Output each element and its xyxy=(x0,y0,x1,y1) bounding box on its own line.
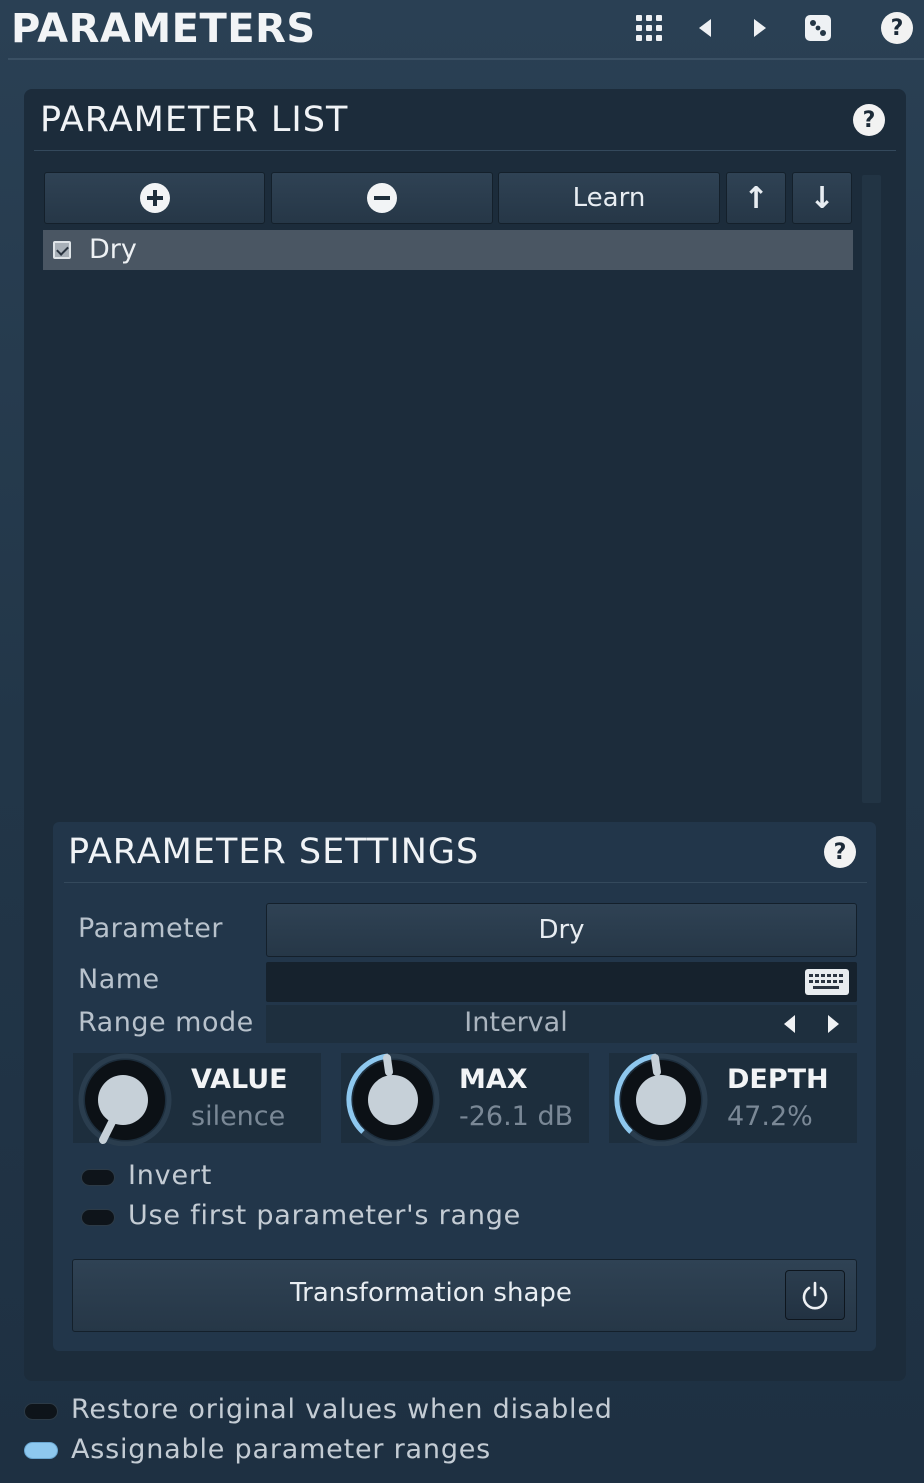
range-mode-select[interactable]: Interval xyxy=(266,1005,857,1043)
value-knob-title: VALUE xyxy=(191,1064,288,1095)
parameter-settings-help-icon[interactable]: ? xyxy=(824,836,856,868)
name-field[interactable] xyxy=(266,962,857,1002)
add-parameter-button[interactable] xyxy=(44,172,265,224)
assignable-toggle[interactable] xyxy=(24,1442,58,1459)
invert-toggle[interactable] xyxy=(81,1169,115,1186)
remove-parameter-button[interactable] xyxy=(271,172,493,224)
invert-label: Invert xyxy=(128,1160,213,1191)
use-first-range-toggle[interactable] xyxy=(81,1209,115,1226)
parameter-settings-title: PARAMETER SETTINGS xyxy=(68,832,480,872)
help-glyph: ? xyxy=(833,839,847,865)
learn-label: Learn xyxy=(572,183,646,213)
dice-icon[interactable] xyxy=(803,13,833,43)
parameter-label: Parameter xyxy=(78,913,223,944)
max-knob-value: -26.1 dB xyxy=(459,1101,574,1132)
header-divider xyxy=(8,58,924,60)
move-up-button[interactable]: ↑ xyxy=(726,172,786,224)
move-down-button[interactable]: ↓ xyxy=(792,172,852,224)
restore-toggle[interactable] xyxy=(24,1403,58,1420)
use-first-range-label: Use first parameter's range xyxy=(128,1200,522,1231)
assignable-label: Assignable parameter ranges xyxy=(71,1434,492,1465)
parameter-list-title: PARAMETER LIST xyxy=(40,100,349,140)
help-glyph: ? xyxy=(862,107,876,133)
grid-icon[interactable] xyxy=(634,13,664,43)
list-item-label: Dry xyxy=(89,234,137,265)
power-icon[interactable] xyxy=(785,1270,845,1320)
panel-divider xyxy=(64,882,867,883)
checkbox[interactable] xyxy=(53,241,71,259)
range-prev-icon[interactable] xyxy=(784,1015,795,1033)
parameter-select-value: Dry xyxy=(538,915,585,945)
name-label: Name xyxy=(78,964,160,995)
transformation-shape-label: Transformation shape xyxy=(290,1278,572,1308)
learn-button[interactable]: Learn xyxy=(498,172,720,224)
prev-icon[interactable] xyxy=(690,13,720,43)
value-knob-value: silence xyxy=(191,1101,286,1132)
depth-knob-value: 47.2% xyxy=(727,1101,813,1132)
max-knob-title: MAX xyxy=(459,1064,528,1095)
range-mode-label: Range mode xyxy=(78,1007,254,1038)
minus-circle-icon xyxy=(367,183,397,213)
page-title: PARAMETERS xyxy=(11,6,316,52)
scrollbar[interactable] xyxy=(862,175,881,803)
help-icon[interactable]: ? xyxy=(881,12,913,44)
help-glyph: ? xyxy=(890,15,904,41)
range-next-icon[interactable] xyxy=(828,1015,839,1033)
restore-label: Restore original values when disabled xyxy=(71,1394,613,1425)
transformation-shape-button[interactable]: Transformation shape xyxy=(72,1259,857,1332)
next-icon[interactable] xyxy=(745,13,775,43)
panel-divider xyxy=(34,150,896,151)
depth-knob[interactable] xyxy=(609,1050,713,1146)
value-knob[interactable] xyxy=(73,1050,177,1146)
list-item[interactable]: Dry xyxy=(43,230,853,270)
plus-circle-icon xyxy=(139,183,170,213)
depth-knob-title: DEPTH xyxy=(727,1064,829,1095)
parameter-list-help-icon[interactable]: ? xyxy=(853,104,885,136)
arrow-up-icon: ↑ xyxy=(743,180,769,216)
parameter-select[interactable]: Dry xyxy=(266,903,857,957)
keyboard-icon[interactable] xyxy=(805,969,849,995)
range-mode-value: Interval xyxy=(464,1007,568,1038)
arrow-down-icon: ↓ xyxy=(809,180,835,216)
max-knob[interactable] xyxy=(341,1050,445,1146)
